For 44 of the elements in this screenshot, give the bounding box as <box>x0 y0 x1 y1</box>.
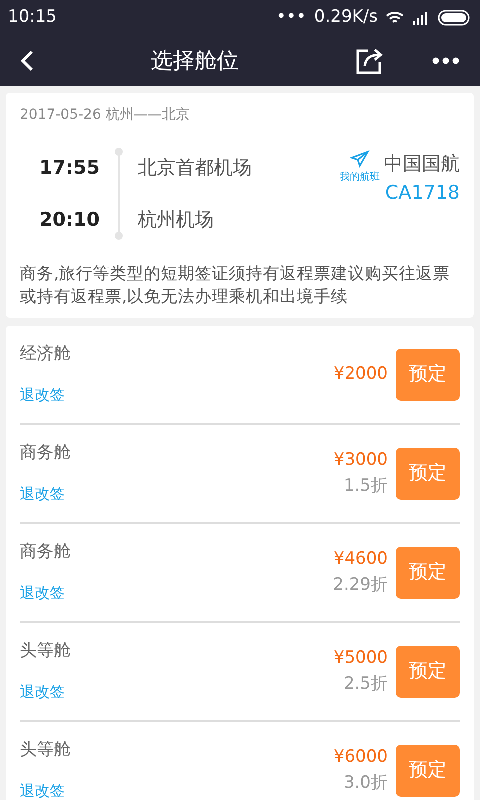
cabin-class: 头等舱 <box>20 738 72 762</box>
airline-name: 中国国航 <box>384 152 460 177</box>
discount: 1.5折 <box>344 474 388 498</box>
price: ¥6000 <box>334 746 388 770</box>
departure-airport: 北京首都机场 <box>138 156 253 181</box>
flight-number: CA1718 <box>384 180 460 206</box>
back-icon[interactable] <box>20 50 34 72</box>
book-button[interactable]: 预定 <box>396 646 460 698</box>
cabin-class: 头等舱 <box>20 640 72 663</box>
price: ¥3000 <box>334 449 388 472</box>
arrival-airport: 杭州机场 <box>138 208 215 232</box>
book-button[interactable]: 预定 <box>396 744 460 797</box>
book-button[interactable]: 预定 <box>396 348 460 401</box>
cabin-class: 经济舱 <box>20 342 72 366</box>
clock: 10:15 <box>8 6 57 30</box>
battery-icon <box>438 10 472 26</box>
plane-icon <box>350 150 370 170</box>
arrival-time: 20:10 <box>38 208 100 232</box>
wifi-icon <box>386 11 404 25</box>
visa-notice: 商务,旅行等类型的短期签证须持有返程票建议购买往返票或持有返程票,以免无法办理乘机和出境手续 <box>20 263 452 308</box>
notification-dots: ••• <box>276 6 306 30</box>
discount: 2.5折 <box>344 672 388 696</box>
price: ¥4600 <box>334 548 388 572</box>
refund-change-link[interactable]: 退改签 <box>20 485 65 504</box>
discount: 3.0折 <box>344 772 388 795</box>
departure-time: 17:55 <box>38 156 100 181</box>
signal-icon <box>412 11 430 25</box>
page-title: 选择舱位 <box>151 48 239 74</box>
price: ¥2000 <box>334 362 388 386</box>
cabin-class: 商务舱 <box>20 540 72 564</box>
price: ¥5000 <box>334 647 388 670</box>
my-flight-label[interactable]: 我的航班 <box>340 170 380 185</box>
book-button[interactable]: 预定 <box>396 448 460 500</box>
refund-change-link[interactable]: 退改签 <box>20 386 65 404</box>
book-button[interactable]: 预定 <box>396 546 460 599</box>
more-icon[interactable] <box>432 57 460 65</box>
refund-change-link[interactable]: 退改签 <box>20 683 65 702</box>
refund-change-link[interactable]: 退改签 <box>20 584 65 602</box>
cabin-class: 商务舱 <box>20 442 72 465</box>
refund-change-link[interactable]: 退改签 <box>20 782 65 800</box>
share-icon[interactable] <box>356 47 384 75</box>
discount: 2.29折 <box>333 574 388 597</box>
route-date: 2017-05-26 杭州——北京 <box>20 106 191 125</box>
network-speed: 0.29K/s <box>314 6 378 30</box>
